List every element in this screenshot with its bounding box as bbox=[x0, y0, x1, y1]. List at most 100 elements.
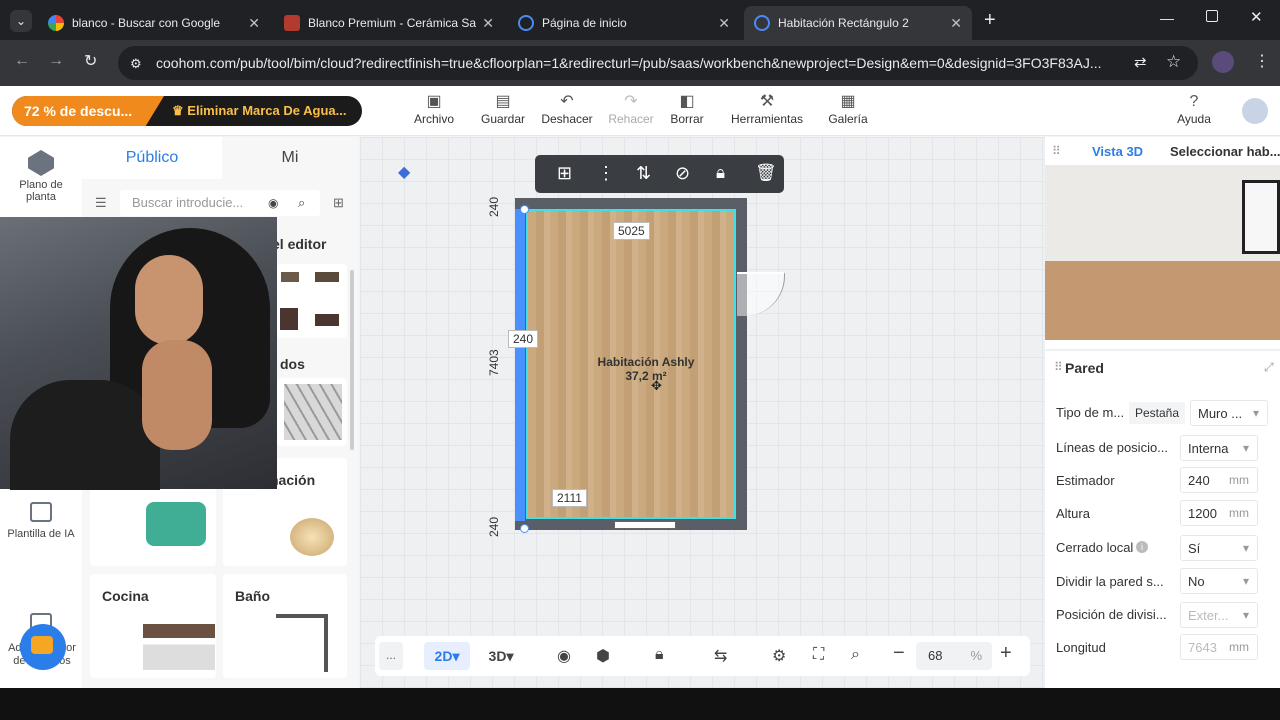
panel-scrollbar[interactable] bbox=[350, 270, 354, 450]
cube-icon[interactable]: ⬢ bbox=[596, 646, 610, 666]
discount-badge[interactable]: 72 % de descu... bbox=[12, 96, 164, 126]
toolbar-ayuda[interactable]: ? Ayuda bbox=[1164, 92, 1224, 126]
lock-icon[interactable]: 🔒︎ bbox=[716, 163, 725, 183]
user-avatar[interactable] bbox=[1242, 98, 1268, 124]
toolbar-rehacer[interactable]: ↷ Rehacer bbox=[601, 92, 661, 126]
select-value: Sí bbox=[1188, 540, 1201, 556]
toolbar-borrar[interactable]: ◧ Borrar bbox=[657, 92, 717, 126]
drag-handle-icon[interactable]: ⠿ bbox=[1054, 360, 1063, 374]
reload-icon[interactable]: ↻ bbox=[84, 51, 97, 71]
tab-habitacion[interactable]: Habitación Rectángulo 2 ✕ bbox=[744, 6, 972, 40]
eye-icon[interactable]: ◉ bbox=[557, 646, 571, 666]
dimension-wall-thickness[interactable]: 240 bbox=[508, 330, 539, 348]
thickness-input[interactable]: 240 mm bbox=[1180, 467, 1258, 493]
grid-icon[interactable]: ⊞ bbox=[333, 195, 344, 211]
split-wall-select[interactable]: No ▾ bbox=[1180, 568, 1258, 594]
tab-vista-3d[interactable]: Vista 3D bbox=[1092, 144, 1143, 159]
unit-label: mm bbox=[1229, 506, 1249, 520]
search-icon[interactable]: ⌕ bbox=[298, 195, 305, 211]
toolbar-guardar[interactable]: ▤ Guardar bbox=[473, 92, 533, 126]
height-input[interactable]: 1200 mm bbox=[1180, 500, 1258, 526]
fit-screen-icon[interactable]: ⛶ bbox=[813, 646, 824, 664]
zoom-input[interactable]: 68% bbox=[916, 642, 992, 670]
tab-mi[interactable]: Mi bbox=[222, 137, 358, 179]
length-input[interactable]: 7643 mm bbox=[1180, 634, 1258, 660]
camera-icon[interactable]: ◉ bbox=[268, 196, 278, 210]
webcam-face bbox=[135, 255, 203, 345]
close-icon[interactable]: ✕ bbox=[482, 15, 494, 32]
menu-dots-icon[interactable]: ⋮ bbox=[1254, 51, 1270, 71]
drag-handle-icon[interactable]: ⠿ bbox=[1052, 144, 1061, 158]
dimension-top[interactable]: 5025 bbox=[613, 222, 650, 240]
prop-tab-pestana[interactable]: Pestaña bbox=[1129, 402, 1186, 424]
tab-title: Habitación Rectángulo 2 bbox=[778, 16, 909, 30]
tab-google[interactable]: blanco - Buscar con Google ✕ bbox=[38, 6, 270, 40]
zoom-area-icon[interactable]: ⌕ bbox=[851, 646, 860, 664]
search-input[interactable]: Buscar introducie... bbox=[120, 190, 320, 216]
lock-icon[interactable]: 🔒︎ bbox=[655, 646, 664, 664]
zoom-in-icon[interactable]: + bbox=[1000, 642, 1012, 665]
tab-ceramica[interactable]: Blanco Premium - Cerámica San Lo ✕ bbox=[274, 6, 504, 40]
wall-handle-top[interactable] bbox=[520, 205, 529, 214]
remove-watermark-button[interactable]: ♛ Eliminar Marca De Agua... bbox=[172, 96, 346, 126]
tab-home[interactable]: Página de inicio ✕ bbox=[508, 6, 740, 40]
wall-type-select[interactable]: Muro ... ▾ bbox=[1190, 400, 1268, 426]
toolbar-label: Galería bbox=[828, 112, 868, 126]
back-icon[interactable]: ← bbox=[14, 52, 30, 70]
new-tab-icon[interactable]: + bbox=[984, 9, 996, 32]
trash-icon[interactable]: 🗑︎ bbox=[755, 163, 777, 183]
close-icon[interactable]: ✕ bbox=[248, 15, 260, 32]
floorplan-nav[interactable]: Plano de planta bbox=[8, 179, 74, 203]
maximize-icon[interactable] bbox=[1206, 10, 1218, 22]
list-icon[interactable]: ☰ bbox=[95, 195, 107, 211]
position-lines-select[interactable]: Interna ▾ bbox=[1180, 435, 1258, 461]
url-input[interactable]: coohom.com/pub/tool/bim/cloud?redirectfi… bbox=[118, 46, 1198, 80]
site-settings-icon[interactable]: ⚙ bbox=[130, 56, 142, 72]
toolbar-deshacer[interactable]: ↶ Deshacer bbox=[537, 92, 597, 126]
flip-icon[interactable]: ⇅ bbox=[636, 163, 651, 184]
toolbar-herramientas[interactable]: ⚒ Herramientas bbox=[728, 92, 806, 126]
prop-label: Cerrado local bbox=[1056, 540, 1134, 555]
wall-handle-bottom[interactable] bbox=[520, 524, 529, 533]
expand-icon[interactable]: ⤢ bbox=[1264, 360, 1274, 375]
selected-wall[interactable] bbox=[515, 209, 525, 521]
mode-3d-button[interactable]: 3D▾ bbox=[478, 642, 524, 670]
tab-publico[interactable]: Público bbox=[82, 137, 222, 179]
divider bbox=[1045, 349, 1280, 351]
local-closed-select[interactable]: Sí ▾ bbox=[1180, 535, 1258, 561]
profile-avatar[interactable] bbox=[1212, 51, 1234, 73]
tab-seleccionar-habitacion[interactable]: Seleccionar hab... bbox=[1170, 144, 1280, 159]
toggle-icon[interactable]: ⇆ bbox=[714, 646, 727, 666]
room-area: 37,2 m² bbox=[625, 369, 667, 383]
toolbar-galeria[interactable]: ▦ Galería bbox=[818, 92, 878, 126]
minimize-icon[interactable]: — bbox=[1160, 10, 1174, 26]
dimension-bottom-left: 240 bbox=[487, 516, 501, 537]
dimension-bottom[interactable]: 2111 bbox=[552, 489, 587, 507]
hide-icon[interactable]: ⊘ bbox=[675, 163, 690, 184]
ai-template-nav[interactable]: Plantilla de IA bbox=[4, 528, 78, 540]
close-window-icon[interactable]: ✕ bbox=[1250, 8, 1263, 26]
bookmark-star-icon[interactable]: ☆ bbox=[1166, 52, 1181, 72]
dimension-top-left: 240 bbox=[487, 196, 501, 217]
split-icon[interactable]: ⋮ bbox=[597, 163, 615, 184]
settings-view-icon[interactable]: ⚙ bbox=[772, 646, 786, 666]
webcam-hand bbox=[142, 340, 212, 450]
close-icon[interactable]: ✕ bbox=[950, 15, 962, 32]
toolbar-label: Rehacer bbox=[608, 112, 654, 126]
translate-icon[interactable]: ⇄ bbox=[1134, 53, 1147, 71]
toolbar-label: Deshacer bbox=[541, 112, 593, 126]
more-button[interactable]: ... bbox=[379, 642, 403, 670]
close-icon[interactable]: ✕ bbox=[718, 15, 730, 32]
mode-2d-button[interactable]: 2D▾ bbox=[424, 642, 470, 670]
promo-banner[interactable]: 72 % de descu... ♛ Eliminar Marca De Agu… bbox=[12, 96, 362, 126]
split-position-select[interactable]: Exter... ▾ bbox=[1180, 602, 1258, 628]
tab-search-button[interactable]: ⌄ bbox=[10, 10, 32, 32]
toolbar-label: Herramientas bbox=[730, 112, 804, 126]
input-value: 1200 bbox=[1188, 505, 1217, 521]
forward-icon[interactable]: → bbox=[48, 52, 64, 70]
info-icon[interactable]: i bbox=[1136, 541, 1148, 553]
zoom-out-icon[interactable]: − bbox=[893, 642, 905, 665]
toolbar-archivo[interactable]: ▣ Archivo bbox=[404, 92, 464, 126]
window[interactable] bbox=[614, 521, 676, 529]
add-copy-icon[interactable]: ⊞ bbox=[557, 163, 572, 184]
